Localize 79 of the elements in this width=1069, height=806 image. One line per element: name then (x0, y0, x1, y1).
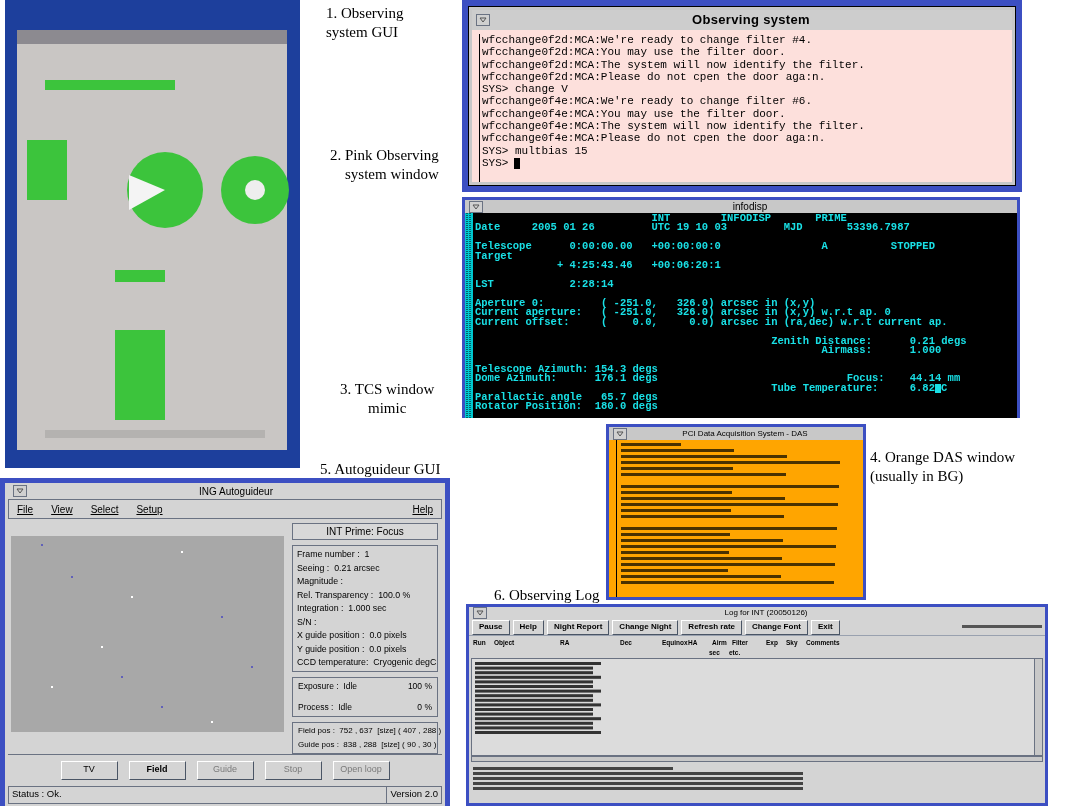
toolbar-button[interactable]: Change Font (745, 619, 808, 635)
console-line: wfcchange0f4e:MCA:Please do not cpen the door aga:n. (482, 132, 826, 145)
toolbar-button[interactable]: Pause (472, 619, 510, 635)
display-line: Tube Temperature: 6.82 (770, 383, 935, 393)
caption-text: 1. Observing (326, 4, 404, 23)
position-text: Field pos : 752 , 637 [size] ( 407 , 288 ) (298, 724, 442, 737)
console-line: SYS> multbias 15 (482, 144, 588, 157)
info-text: Seeing : 0.21 arcsec (297, 562, 380, 574)
progress-label: Process : Idle (298, 700, 352, 714)
window-menu-icon[interactable] (13, 485, 27, 497)
toolbar-button[interactable]: Help (512, 619, 544, 635)
toolbar-button[interactable]: Field (128, 760, 186, 780)
menu-item[interactable]: Help (412, 501, 433, 517)
caption-text: (usually in BG) (870, 467, 965, 486)
toolbar-button[interactable]: Refresh rate (681, 619, 743, 635)
console-line: wfcchange0f2d:MCA:The system will now identify the filter. (482, 58, 865, 71)
caption-text: 2. Pink Observing (330, 146, 439, 165)
progress-label: Exposure : Idle (298, 680, 358, 693)
console-line: SYS> change V (482, 83, 568, 96)
horizontal-scrollbar[interactable] (471, 755, 1043, 762)
info-text: Magnitude : (297, 576, 343, 587)
display-line: Airmass: 1.000 (820, 346, 942, 356)
menu-item[interactable]: File (17, 501, 34, 517)
display-line: Rotator Position: 180.0 degs (475, 402, 658, 412)
window-menu-icon[interactable] (473, 607, 487, 619)
toolbar-button[interactable]: TV (60, 760, 118, 780)
console-line: wfcchange0f2d:MCA:You may use the filter door. (482, 46, 786, 59)
menu-item[interactable]: Setup (136, 501, 163, 517)
vertical-scrollbar[interactable] (1034, 658, 1042, 755)
display-line: Dome Azimuth: 176.1 degs Focus: 44.14 mm (475, 374, 961, 384)
display-line: Telescope 0:00:00.00 +00:00:00:0 A STOPPED (475, 242, 935, 252)
info-text: CCD temperature: Cryogenic degC (297, 657, 437, 668)
progress-value: 100 % (407, 680, 432, 693)
text-cursor (514, 157, 521, 169)
caption-text: system window (345, 165, 439, 184)
version-text: Version 2.0 (386, 786, 441, 803)
display-line: Target (475, 251, 513, 261)
command-prompt: SYS> (482, 156, 509, 170)
console-line: wfcchange0f4e:MCA:We're ready to change filter #6. (482, 95, 813, 108)
caption-text: mimic (368, 399, 407, 418)
window-title: Log for INT (20050126) (723, 607, 809, 619)
console-line: wfcchange0f2d:MCA:We're ready to change filter #4. (482, 34, 813, 47)
caption-text: system GUI (326, 23, 400, 42)
info-text: X guide position : 0.0 pixels (297, 630, 407, 641)
window-title: ING Autoguideur (198, 484, 274, 499)
info-text: Integration : 1.000 sec (297, 603, 387, 614)
info-text: Frame number : 1 (297, 549, 370, 560)
caption-text: 5. Autoguideur GUI (320, 460, 441, 479)
display-line: Date 2005 01 26 UTC 19 10 03 MJD 53396.7987 (475, 223, 910, 233)
window-menu-icon[interactable] (613, 427, 627, 440)
display-line: Current offset: ( 0.0, 0.0) arcsec in (ra,dec) w.r.t current ap. (475, 317, 948, 327)
display-line: Current aperture: ( -251.0, 326.0) arcsec in (x,y) w.r.t ap. 0 (475, 308, 891, 318)
display-line: INT INFODISP PRIME (650, 214, 847, 224)
progress-value: 0 % (417, 700, 432, 714)
console-line: wfcchange0f4e:MCA:The system will now identify the filter. (482, 120, 865, 133)
window-title: Observing system (691, 11, 811, 30)
info-text: S/N : (297, 616, 317, 628)
info-text: Y guide position : 0.0 pixels (297, 643, 407, 655)
unit-text: C (941, 383, 948, 393)
menu-item[interactable]: View (51, 501, 73, 517)
info-text: Rel. Transparency : 100.0 % (297, 589, 411, 601)
caption-text: 3. TCS window (340, 380, 435, 399)
caption-text: 6. Observing Log (494, 586, 600, 605)
window-menu-icon[interactable] (469, 200, 483, 213)
window-title: PCI Data Acquisition System - DAS (681, 427, 809, 440)
status-text: Status : Ok. (11, 787, 63, 802)
display-line: LST 2:28:14 (475, 280, 614, 290)
menu-item[interactable]: Select (90, 501, 119, 517)
window-menu-icon[interactable] (476, 14, 490, 26)
display-line: + 4:25:43.46 +00:06:20:1 (555, 260, 721, 270)
toolbar-button[interactable]: Night Report (546, 619, 610, 635)
mode-label: INT Prime: Focus (292, 523, 438, 540)
toolbar-button[interactable]: Change Night (612, 619, 679, 635)
toolbar-button[interactable]: Exit (810, 619, 840, 635)
console-line: wfcchange0f4e:MCA:You may use the filter door. (482, 107, 786, 121)
caption-text: 4. Orange DAS window (870, 448, 1015, 467)
window-title: infodisp (731, 200, 769, 214)
position-text: Guide pos : 838 , 288 [size] ( 90 , 30 ) (298, 738, 437, 751)
console-line: wfcchange0f2d:MCA:Please do not cpen the door aga:n. (482, 70, 826, 84)
